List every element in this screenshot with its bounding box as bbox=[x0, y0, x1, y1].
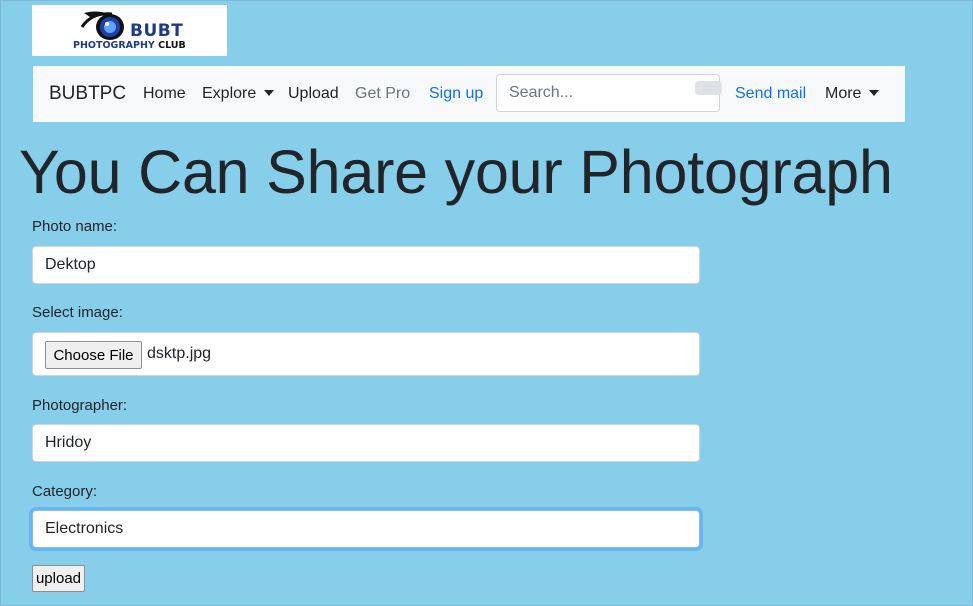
logo-text-bubt: BUBT bbox=[130, 21, 184, 41]
file-input: Choose File dsktp.jpg bbox=[32, 332, 700, 376]
logo-text-club: CLUB bbox=[158, 40, 186, 51]
logo-text-photography-club: PHOTOGRAPHY CLUB bbox=[73, 40, 186, 51]
photo-name-label: Photo name: bbox=[32, 218, 118, 235]
club-logo: BUBT PHOTOGRAPHY CLUB bbox=[32, 5, 227, 56]
nav-more-dropdown[interactable]: More bbox=[825, 66, 880, 122]
nav-upload[interactable]: Upload bbox=[288, 66, 339, 122]
category-field[interactable] bbox=[32, 510, 700, 548]
select-image-label: Select image: bbox=[32, 304, 123, 321]
photographer-field[interactable] bbox=[32, 424, 700, 462]
chevron-down-icon bbox=[869, 89, 880, 96]
search-input[interactable] bbox=[496, 74, 720, 112]
nav-send-mail[interactable]: Send mail bbox=[735, 66, 806, 122]
navbar-brand[interactable]: BUBTPC bbox=[49, 66, 126, 122]
nav-explore-label: Explore bbox=[202, 85, 257, 102]
chevron-down-icon bbox=[264, 89, 275, 96]
nav-get-pro[interactable]: Get Pro bbox=[355, 66, 410, 122]
toggle-switch[interactable] bbox=[695, 81, 722, 95]
choose-file-button[interactable]: Choose File bbox=[45, 341, 142, 369]
page-title: You Can Share your Photograph bbox=[19, 138, 893, 206]
nav-home[interactable]: Home bbox=[143, 66, 186, 122]
category-label: Category: bbox=[32, 483, 98, 500]
photo-name-field[interactable] bbox=[32, 246, 700, 284]
selected-file-name: dsktp.jpg bbox=[147, 345, 212, 362]
nav-more-label: More bbox=[825, 85, 862, 102]
photographer-label: Photographer: bbox=[32, 397, 128, 414]
logo-text-photography: PHOTOGRAPHY bbox=[73, 40, 155, 51]
nav-sign-up[interactable]: Sign up bbox=[429, 66, 483, 122]
upload-button[interactable]: upload bbox=[32, 565, 85, 592]
nav-explore-dropdown[interactable]: Explore bbox=[202, 66, 275, 122]
navbar: BUBTPC Home Explore Upload Get Pro Sign … bbox=[33, 66, 905, 122]
